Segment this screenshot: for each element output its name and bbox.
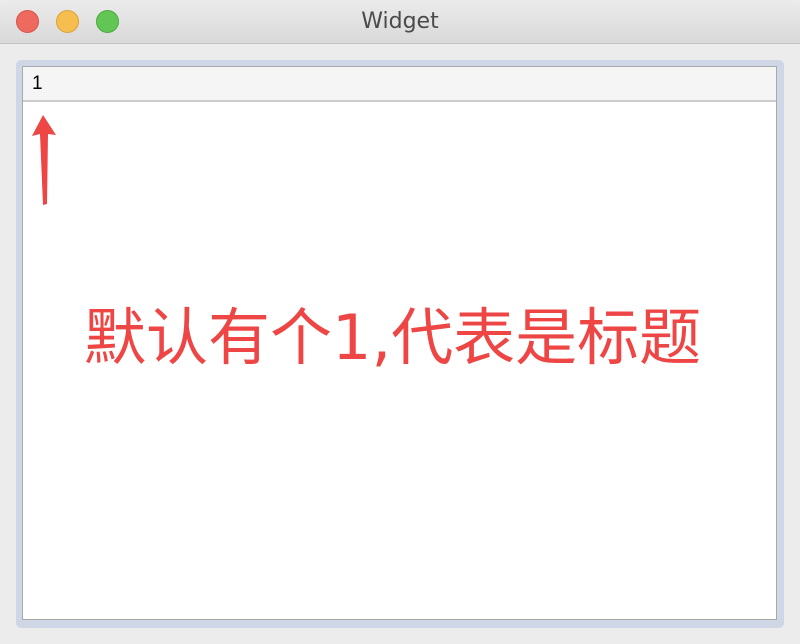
annotation-text: 默认有个1,代表是标题 xyxy=(84,301,702,374)
